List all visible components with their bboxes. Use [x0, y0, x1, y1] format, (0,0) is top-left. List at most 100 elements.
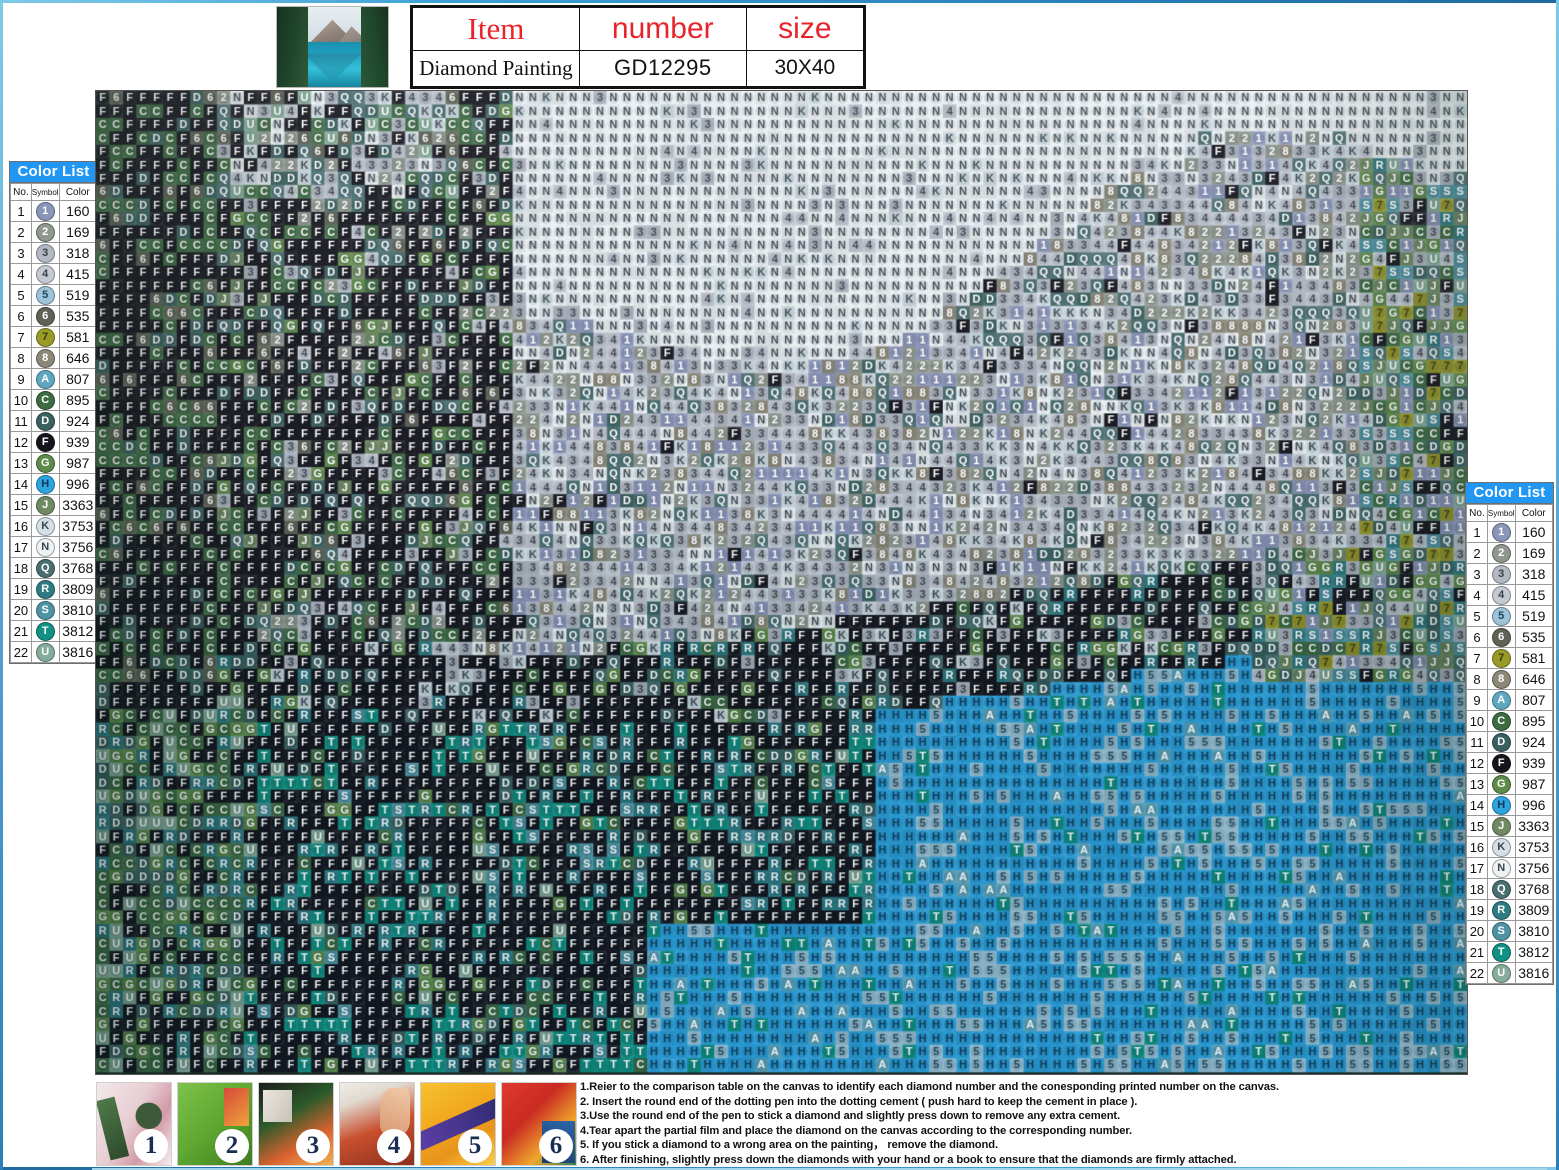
color-row-symbol-swatch: A: [1486, 689, 1516, 711]
color-row-number: 17: [1466, 857, 1488, 879]
color-row-code: 987: [1514, 773, 1554, 795]
color-row-symbol-swatch: K: [1486, 836, 1516, 858]
color-row-number: 19: [10, 578, 32, 600]
symbol-swatch-u: U: [1491, 963, 1511, 983]
color-row-symbol-swatch: T: [1486, 941, 1516, 963]
info-value-size: 30X40: [745, 49, 865, 88]
color-row-symbol-swatch: 3: [30, 242, 60, 264]
symbol-swatch-j: J: [1491, 816, 1511, 836]
symbol-swatch-4: 4: [1491, 585, 1511, 605]
step-thumbnail-4: 4: [339, 1082, 415, 1166]
color-row-number: 7: [1466, 647, 1488, 669]
symbol-swatch-a: A: [35, 369, 55, 389]
color-row-number: 10: [1466, 710, 1488, 732]
color-list-row: 3 3 318: [10, 242, 98, 264]
symbol-swatch-s: S: [1491, 921, 1511, 941]
color-list-row: 21 T 3812: [1466, 941, 1554, 963]
color-list-row: 16 K 3753: [1466, 836, 1554, 858]
symbol-swatch-k: K: [35, 516, 55, 536]
color-row-number: 21: [10, 620, 32, 642]
symbol-swatch-g: G: [1491, 774, 1511, 794]
symbol-swatch-u: U: [35, 642, 55, 662]
color-row-symbol-swatch: T: [30, 620, 60, 642]
color-list-row: 13 G 987: [10, 452, 98, 474]
color-list-table-right: No. Symbol Color 1 1 160 2 2 169 3 3 318 4 4 415 5 5 5…: [1466, 504, 1554, 984]
color-list-row: 6 6 535: [1466, 626, 1554, 648]
color-list-row: 20 S 3810: [10, 599, 98, 621]
color-row-symbol-swatch: 7: [30, 326, 60, 348]
color-list-row: 2 2 169: [1466, 542, 1554, 564]
preview-trees-right: [361, 7, 388, 87]
color-row-code: 3768: [1514, 878, 1554, 900]
color-list-row: 11 D 924: [1466, 731, 1554, 753]
step-thumbnail-5: 5: [420, 1082, 496, 1166]
color-row-symbol-swatch: S: [30, 599, 60, 621]
color-row-number: 19: [1466, 899, 1488, 921]
symbol-swatch-r: R: [35, 579, 55, 599]
color-row-code: 3809: [1514, 899, 1554, 921]
info-header-item: Item: [412, 7, 580, 51]
symbol-swatch-d: D: [1491, 732, 1511, 752]
color-row-code: 160: [1514, 521, 1554, 543]
color-list-table: No. Symbol Color 1 1 160 2 2 169 3 3 318 4 4 415 5 5 5…: [10, 183, 98, 663]
color-row-number: 20: [10, 599, 32, 621]
info-header-number: number: [578, 7, 747, 51]
color-row-code: 581: [58, 326, 98, 348]
color-list-row: 5 5 519: [1466, 605, 1554, 627]
color-row-symbol-swatch: 6: [30, 305, 60, 327]
step-thumbnail-6: 6: [501, 1082, 577, 1166]
color-row-code: 895: [58, 389, 98, 411]
color-row-number: 1: [1466, 521, 1488, 543]
col-header-no-right: No.: [1466, 504, 1488, 522]
step-number-badge: 2: [215, 1129, 249, 1163]
color-row-symbol-swatch: 8: [1486, 668, 1516, 690]
symbol-swatch-6: 6: [35, 306, 55, 326]
symbol-swatch-5: 5: [1491, 606, 1511, 626]
color-row-symbol-swatch: R: [1486, 899, 1516, 921]
step-number-badge: 5: [458, 1129, 492, 1163]
color-row-number: 14: [1466, 794, 1488, 816]
color-row-code: 807: [1514, 689, 1554, 711]
color-row-symbol-swatch: F: [1486, 752, 1516, 774]
info-value-number: GD12295: [578, 49, 747, 88]
col-header-symbol-right: Symbol: [1486, 504, 1516, 522]
color-row-number: 7: [10, 326, 32, 348]
symbol-swatch-f: F: [35, 432, 55, 452]
color-row-symbol-swatch: U: [30, 641, 60, 663]
color-list-row: 17 N 3756: [1466, 857, 1554, 879]
instruction-line-4: 4.Tear apart the partial film and place …: [580, 1124, 1132, 1137]
color-row-number: 22: [10, 641, 32, 663]
color-row-number: 13: [10, 452, 32, 474]
color-list-row: 15 J 3363: [1466, 815, 1554, 837]
color-row-code: 581: [1514, 647, 1554, 669]
color-list-row: 19 R 3809: [10, 578, 98, 600]
color-list-row: 17 N 3756: [10, 536, 98, 558]
color-list-row: 12 F 939: [10, 431, 98, 453]
instruction-line-3: 3.Use the round end of the pen to stick …: [580, 1110, 1121, 1123]
symbol-swatch-c: C: [1491, 711, 1511, 731]
color-list-row: 9 A 807: [1466, 689, 1554, 711]
color-row-symbol-swatch: 1: [1486, 521, 1516, 543]
color-row-number: 4: [10, 263, 32, 285]
color-list-row: 14 H 996: [10, 473, 98, 495]
color-row-symbol-swatch: 8: [30, 347, 60, 369]
color-list-row: 7 7 581: [1466, 647, 1554, 669]
col-header-color: Color: [58, 183, 98, 201]
color-list-row: 8 8 646: [1466, 668, 1554, 690]
symbol-swatch-8: 8: [35, 348, 55, 368]
color-row-symbol-swatch: 2: [30, 221, 60, 243]
color-row-code: 3809: [58, 578, 98, 600]
symbol-swatch-2: 2: [35, 222, 55, 242]
color-row-code: 169: [1514, 542, 1554, 564]
symbol-swatch-7: 7: [1491, 648, 1511, 668]
product-preview-image: [276, 6, 389, 88]
symbol-swatch-d: D: [35, 411, 55, 431]
color-row-code: 415: [58, 263, 98, 285]
color-row-number: 11: [10, 410, 32, 432]
symbol-swatch-n: N: [35, 537, 55, 557]
instruction-line-6: 6. After finishing, slightly press down …: [580, 1153, 1237, 1166]
color-row-symbol-swatch: H: [30, 473, 60, 495]
color-row-symbol-swatch: G: [30, 452, 60, 474]
symbol-swatch-1: 1: [1491, 522, 1511, 542]
color-row-symbol-swatch: H: [1486, 794, 1516, 816]
